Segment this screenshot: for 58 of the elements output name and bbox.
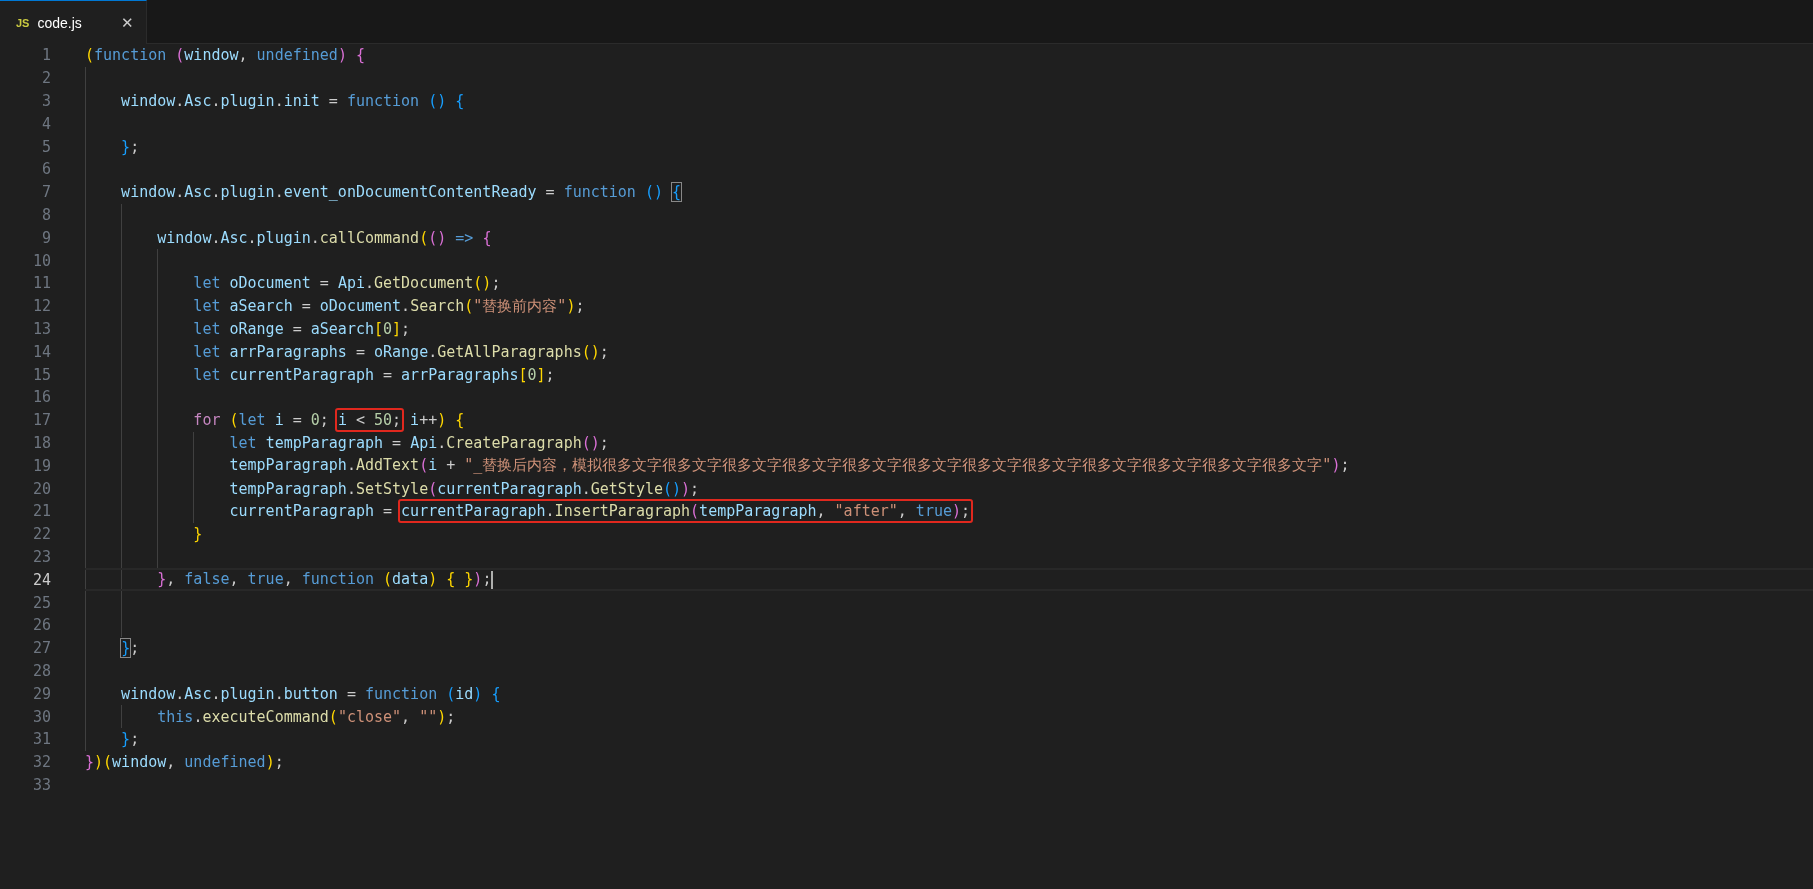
code-line: (function (window, undefined) { (85, 46, 365, 65)
code-line: } (192, 525, 203, 544)
line-number: 29 (31, 684, 51, 703)
code-line: })(window, undefined); (85, 753, 284, 772)
line-number: 20 (31, 479, 51, 498)
code-line: window.Asc.plugin.button = function (id) { (120, 684, 501, 703)
code-line: }; (120, 639, 140, 658)
line-number: 25 (31, 593, 51, 612)
line-number: 18 (31, 433, 51, 452)
line-number: 11 (31, 274, 51, 293)
line-number: 17 (31, 411, 51, 430)
line-number: 4 (40, 114, 51, 133)
line-number: 14 (31, 342, 51, 361)
code-line: for (let i = 0; i < 50; i++) { (85, 411, 465, 430)
code-line: window.Asc.plugin.event_onDocumentContentReady = function () { (120, 183, 682, 202)
code-line: }, false, true, function (data) { }); (85, 570, 494, 589)
line-number: 26 (31, 616, 51, 635)
line-number: 22 (31, 525, 51, 544)
line-number: 7 (40, 183, 51, 202)
line-number: 27 (31, 639, 51, 658)
line-number: 15 (31, 365, 51, 384)
code-line: let aSearch = oDocument.Search("替换前内容"); (192, 296, 585, 316)
javascript-file-icon: JS (16, 16, 30, 29)
line-number: 1 (40, 46, 51, 65)
code-line: window.Asc.plugin.init = function () { (120, 92, 465, 110)
line-number: 8 (40, 205, 51, 224)
tab-title: code.js (37, 14, 83, 31)
code-line: let oDocument = Api.GetDocument(); (192, 274, 501, 293)
close-icon[interactable]: ✕ (121, 13, 134, 32)
line-number: 21 (31, 502, 51, 521)
code-line: let arrParagraphs = oRange.GetAllParagraphs(); (192, 342, 609, 361)
code-line: tempParagraph.SetStyle(currentParagraph.GetStyle()); (228, 479, 700, 498)
code-line: let tempParagraph = Api.CreateParagraph(); (228, 433, 609, 452)
code-line: }; (120, 730, 140, 749)
line-number: 30 (31, 707, 51, 726)
code-line: let oRange = aSearch[0]; (192, 319, 411, 338)
line-number: 2 (40, 69, 51, 88)
code-line: window.Asc.plugin.callCommand(() => { (156, 228, 492, 247)
line-number: 9 (40, 228, 51, 247)
line-number: 16 (31, 388, 51, 407)
line-number: 28 (31, 661, 51, 680)
line-number: 33 (31, 775, 51, 794)
code-line: let currentParagraph = arrParagraphs[0]; (192, 365, 555, 384)
line-number: 13 (31, 319, 51, 338)
code-line: }; (120, 137, 140, 156)
line-number: 31 (31, 730, 51, 749)
line-number: 12 (31, 297, 51, 316)
line-number: 5 (40, 137, 51, 156)
line-number: 24 (31, 570, 51, 589)
editor-tab[interactable]: JS code.js ✕ (0, 0, 147, 44)
line-number: 10 (31, 251, 51, 270)
line-number: 32 (31, 753, 51, 772)
line-number: 23 (31, 547, 51, 566)
line-number: 19 (31, 456, 51, 475)
line-number: 6 (40, 160, 51, 179)
line-number: 3 (40, 92, 51, 110)
code-line: this.executeCommand("close", ""); (156, 707, 456, 726)
code-line: tempParagraph.AddText(i + "_替换后内容，模拟很多文字很多文字很多文字很多文字很多文字很多文字很多文字很多文字很多文字很多文字很多文字很多文字"); (228, 456, 1350, 476)
